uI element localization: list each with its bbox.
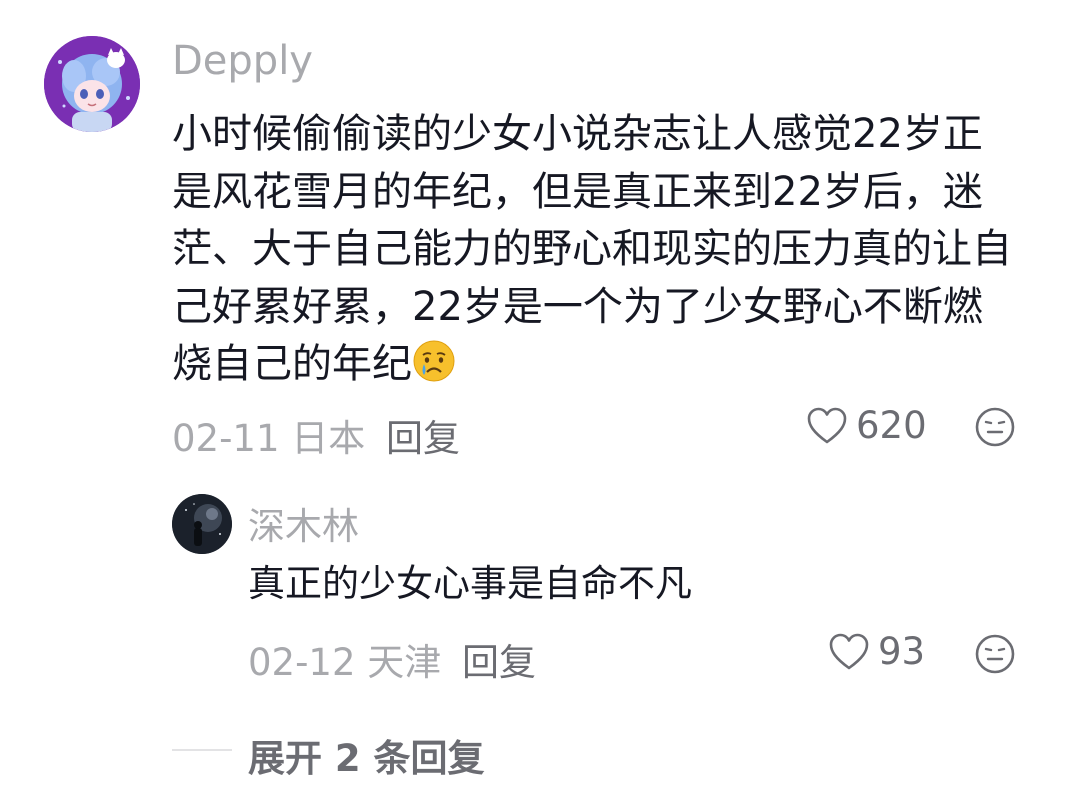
expand-divider xyxy=(172,749,232,751)
dislike-icon[interactable] xyxy=(974,633,1016,675)
reply-username[interactable]: 深木林 xyxy=(248,496,359,550)
like-button[interactable]: 620 xyxy=(806,404,927,447)
anime-avatar-icon xyxy=(44,36,140,132)
crying-face-emoji-icon xyxy=(413,340,455,382)
reply-like-button[interactable]: 93 xyxy=(828,630,925,673)
reply-text: 真正的少女心事是自命不凡 xyxy=(248,562,692,605)
dislike-icon[interactable] xyxy=(974,406,1016,448)
comment-text: 小时候偷偷读的少女小说杂志让人感觉22岁正是风花雪月的年纪，但是真正来到22岁后… xyxy=(172,111,1012,387)
heart-icon xyxy=(807,407,847,443)
comment-body: 小时候偷偷读的少女小说杂志让人感觉22岁正是风花雪月的年纪，但是真正来到22岁后… xyxy=(172,106,1022,394)
expand-replies-button[interactable]: 展开 2 条回复 xyxy=(248,728,485,782)
heart-icon xyxy=(829,633,869,669)
like-count: 620 xyxy=(856,404,927,447)
reply-reply-button[interactable]: 回复 xyxy=(462,632,536,686)
reply-like-count: 93 xyxy=(878,630,926,673)
reply-button[interactable]: 回复 xyxy=(386,408,460,462)
avatar[interactable] xyxy=(44,36,140,132)
comment-meta: 02-11 日本 xyxy=(172,417,366,460)
night-sky-avatar-icon xyxy=(172,494,232,554)
comment-username[interactable]: Depply xyxy=(172,38,313,84)
reply-meta: 02-12 天津 xyxy=(248,641,442,684)
reply-avatar[interactable] xyxy=(172,494,232,554)
